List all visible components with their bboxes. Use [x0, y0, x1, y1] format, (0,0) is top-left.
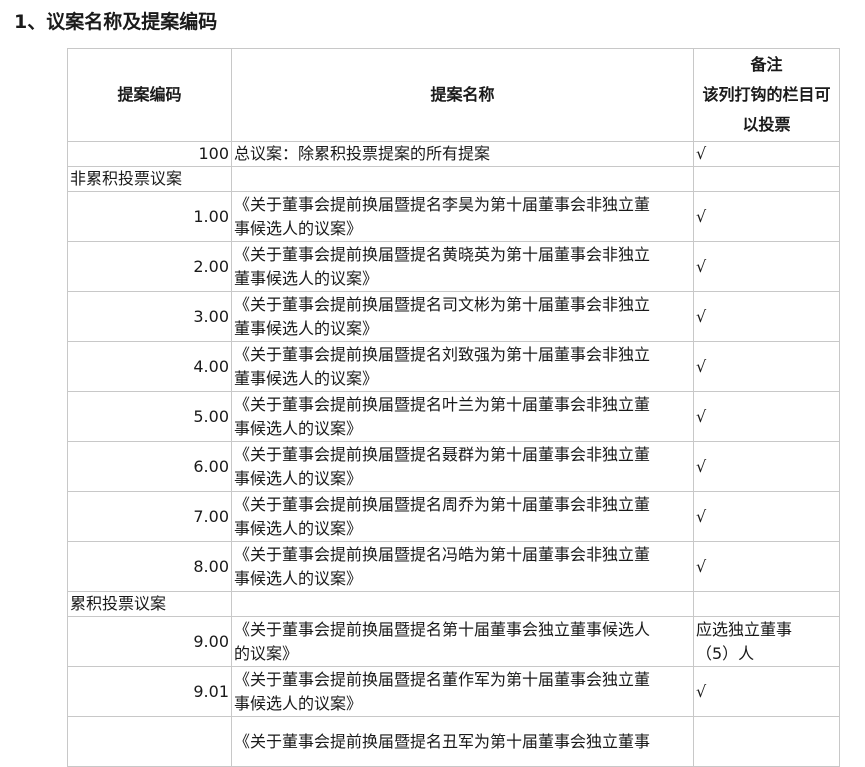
- proposal-code: 9.01: [67, 666, 232, 717]
- proposal-name: 《关于董事会提前换届暨提名董作军为第十届董事会独立董 事候选人的议案》: [231, 666, 694, 717]
- vote-note: 应选独立董事 （5）人: [693, 616, 840, 667]
- proposal-name-line1: 《关于董事会提前换届暨提名叶兰为第十届董事会非独立董: [234, 394, 651, 414]
- header-note-title: 备注: [750, 55, 783, 74]
- header-name: 提案名称: [231, 48, 694, 142]
- header-note-line2: 以投票: [742, 115, 791, 134]
- vote-note: [693, 716, 840, 767]
- table-row: 5.00 《关于董事会提前换届暨提名叶兰为第十届董事会非独立董 事候选人的议案》 √: [67, 391, 840, 442]
- proposal-code: 1.00: [67, 191, 232, 242]
- proposal-name-line2: 事候选人的议案》: [234, 418, 363, 438]
- table-row-total: 100 总议案：除累积投票提案的所有提案 √: [67, 141, 840, 167]
- proposal-code: 2.00: [67, 241, 232, 292]
- proposal-name-line2: 事候选人的议案》: [234, 568, 363, 588]
- vote-note: √: [693, 666, 840, 717]
- proposal-name-line2: 董事候选人的议案》: [234, 268, 379, 288]
- vote-checkmark: √: [693, 341, 840, 392]
- proposal-name-line1: 《关于董事会提前换届暨提名聂群为第十届董事会非独立董: [234, 444, 651, 464]
- proposal-name-line2: 事候选人的议案》: [234, 693, 363, 713]
- section-label: 非累积投票议案: [67, 166, 232, 192]
- proposal-code: 100: [67, 141, 232, 167]
- proposal-name: 《关于董事会提前换届暨提名李昊为第十届董事会非独立董 事候选人的议案》: [231, 191, 694, 242]
- proposal-name: 《关于董事会提前换届暨提名司文彬为第十届董事会非独立 董事候选人的议案》: [231, 291, 694, 342]
- vote-checkmark: √: [693, 491, 840, 542]
- proposal-name-line1: 《关于董事会提前换届暨提名第十届董事会独立董事候选人: [234, 619, 651, 639]
- proposal-name-line1: 《关于董事会提前换届暨提名董作军为第十届董事会独立董: [234, 669, 651, 689]
- proposal-name-line1: 《关于董事会提前换届暨提名冯皓为第十届董事会非独立董: [234, 544, 651, 564]
- vote-checkmark: √: [693, 141, 840, 167]
- proposal-name: 《关于董事会提前换届暨提名丑军为第十届董事会独立董事: [231, 716, 694, 767]
- table-row: 9.01 《关于董事会提前换届暨提名董作军为第十届董事会独立董 事候选人的议案》 √: [67, 666, 840, 717]
- empty-cell: [231, 166, 694, 192]
- vote-checkmark: √: [693, 391, 840, 442]
- table-row: 4.00 《关于董事会提前换届暨提名刘致强为第十届董事会非独立 董事候选人的议案》 √: [67, 341, 840, 392]
- table-row: 2.00 《关于董事会提前换届暨提名黄晓英为第十届董事会非独立 董事候选人的议案》 √: [67, 241, 840, 292]
- header-code: 提案编码: [67, 48, 232, 142]
- proposal-name: 总议案：除累积投票提案的所有提案: [231, 141, 694, 167]
- proposal-code: 4.00: [67, 341, 232, 392]
- proposal-name-line1: 《关于董事会提前换届暨提名丑军为第十届董事会独立董事: [234, 731, 651, 751]
- empty-cell: [693, 166, 840, 192]
- vote-note-line1: √: [696, 681, 707, 701]
- proposal-code: 8.00: [67, 541, 232, 592]
- proposal-name-line1: 《关于董事会提前换届暨提名刘致强为第十届董事会非独立: [234, 344, 651, 364]
- proposal-name-line1: 《关于董事会提前换届暨提名李昊为第十届董事会非独立董: [234, 194, 651, 214]
- vote-checkmark: √: [693, 441, 840, 492]
- proposal-name-line2: 的议案》: [234, 643, 299, 663]
- table-row: 1.00 《关于董事会提前换届暨提名李昊为第十届董事会非独立董 事候选人的议案》 √: [67, 191, 840, 242]
- proposal-code: 7.00: [67, 491, 232, 542]
- proposal-name: 《关于董事会提前换届暨提名叶兰为第十届董事会非独立董 事候选人的议案》: [231, 391, 694, 442]
- vote-checkmark: √: [693, 241, 840, 292]
- section-row-noncumulative: 非累积投票议案: [67, 166, 840, 192]
- proposal-code: 6.00: [67, 441, 232, 492]
- proposal-name-line2: 董事候选人的议案》: [234, 368, 379, 388]
- proposal-name: 《关于董事会提前换届暨提名第十届董事会独立董事候选人 的议案》: [231, 616, 694, 667]
- header-note-line1: 该列打钩的栏目可: [702, 85, 831, 104]
- table-row: 8.00 《关于董事会提前换届暨提名冯皓为第十届董事会非独立董 事候选人的议案》 √: [67, 541, 840, 592]
- proposal-name: 《关于董事会提前换届暨提名冯皓为第十届董事会非独立董 事候选人的议案》: [231, 541, 694, 592]
- table-row: 《关于董事会提前换届暨提名丑军为第十届董事会独立董事: [67, 716, 840, 767]
- proposal-code: 9.00: [67, 616, 232, 667]
- proposal-name-line1: 《关于董事会提前换届暨提名黄晓英为第十届董事会非独立: [234, 244, 651, 264]
- proposal-name-line2: 事候选人的议案》: [234, 518, 363, 538]
- proposal-code: 5.00: [67, 391, 232, 442]
- proposal-name-line2: 事候选人的议案》: [234, 468, 363, 488]
- proposal-code: [67, 716, 232, 767]
- vote-note-line1: 应选独立董事: [696, 619, 793, 639]
- proposal-table: 提案编码 提案名称 备注 该列打钩的栏目可 以投票 100 总议案：除累积投票提…: [67, 48, 840, 767]
- vote-checkmark: √: [693, 291, 840, 342]
- table-row: 9.00 《关于董事会提前换届暨提名第十届董事会独立董事候选人 的议案》 应选独立董事…: [67, 616, 840, 667]
- proposal-name: 《关于董事会提前换届暨提名黄晓英为第十届董事会非独立 董事候选人的议案》: [231, 241, 694, 292]
- proposal-name-line2: 事候选人的议案》: [234, 218, 363, 238]
- vote-checkmark: √: [693, 191, 840, 242]
- empty-cell: [693, 591, 840, 617]
- proposal-name-line1: 《关于董事会提前换届暨提名周乔为第十届董事会非独立董: [234, 494, 651, 514]
- proposal-name-line2: 董事候选人的议案》: [234, 318, 379, 338]
- header-note: 备注 该列打钩的栏目可 以投票: [693, 48, 840, 142]
- table-header-row: 提案编码 提案名称 备注 该列打钩的栏目可 以投票: [67, 48, 840, 142]
- vote-checkmark: √: [693, 541, 840, 592]
- table-row: 6.00 《关于董事会提前换届暨提名聂群为第十届董事会非独立董 事候选人的议案》 √: [67, 441, 840, 492]
- section-heading: 1、议案名称及提案编码: [14, 11, 218, 33]
- section-row-cumulative: 累积投票议案: [67, 591, 840, 617]
- proposal-name-line1: 《关于董事会提前换届暨提名司文彬为第十届董事会非独立: [234, 294, 651, 314]
- proposal-name: 《关于董事会提前换届暨提名聂群为第十届董事会非独立董 事候选人的议案》: [231, 441, 694, 492]
- table-row: 7.00 《关于董事会提前换届暨提名周乔为第十届董事会非独立董 事候选人的议案》 √: [67, 491, 840, 542]
- section-label: 累积投票议案: [67, 591, 232, 617]
- table-row: 3.00 《关于董事会提前换届暨提名司文彬为第十届董事会非独立 董事候选人的议案》 √: [67, 291, 840, 342]
- proposal-name: 《关于董事会提前换届暨提名刘致强为第十届董事会非独立 董事候选人的议案》: [231, 341, 694, 392]
- proposal-code: 3.00: [67, 291, 232, 342]
- proposal-name: 《关于董事会提前换届暨提名周乔为第十届董事会非独立董 事候选人的议案》: [231, 491, 694, 542]
- vote-note-line2: （5）人: [696, 643, 755, 663]
- empty-cell: [231, 591, 694, 617]
